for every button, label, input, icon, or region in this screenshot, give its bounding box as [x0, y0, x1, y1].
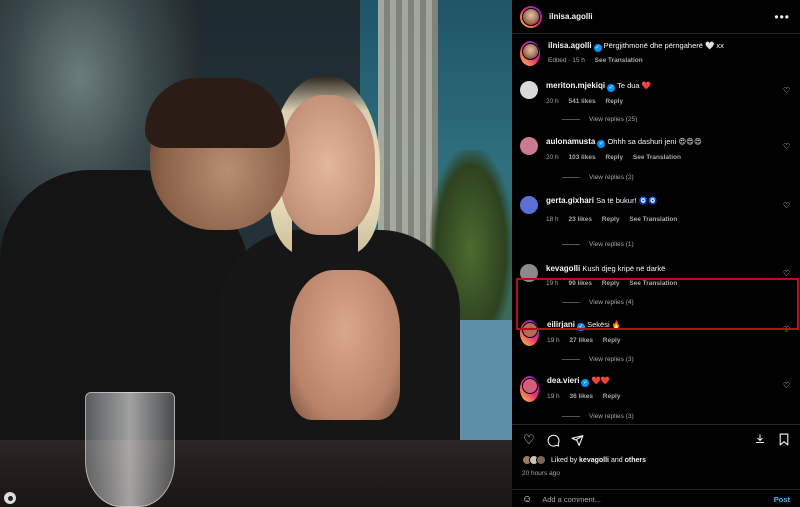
more-icon[interactable]: •••	[774, 10, 790, 24]
caption-edited: Edited · 15 h	[548, 57, 585, 64]
comment-heart-icon[interactable]: ♡	[783, 381, 790, 390]
comment-username[interactable]: meriton.mjekiqi	[546, 81, 605, 90]
comment-time: 20 h	[546, 154, 559, 161]
commenter-avatar[interactable]	[520, 137, 538, 155]
comment-text: Ohhh sa dashuri jeni 😍😍😍	[607, 137, 702, 146]
comment-time: 18 h	[546, 216, 559, 223]
view-replies-button[interactable]: View replies (2)	[562, 174, 634, 181]
comment-heart-icon[interactable]: ♡	[783, 269, 790, 278]
comment-likes[interactable]: 23 likes	[568, 216, 592, 223]
liked-by-avatars[interactable]	[522, 455, 546, 465]
verified-badge-icon: ✓	[607, 84, 616, 92]
post-side-panel: ilnisa.agolli ••• ilnisa.agolli ✓ Përgjit…	[512, 0, 800, 507]
commenter-avatar[interactable]	[520, 196, 538, 214]
comment-time: 19 h	[547, 337, 560, 344]
comment-likes[interactable]: 103 likes	[568, 154, 595, 161]
author-username[interactable]: ilnisa.agolli	[549, 12, 593, 21]
post-photo[interactable]	[0, 0, 512, 507]
comment-likes[interactable]: 27 likes	[569, 337, 593, 344]
liked-by-others[interactable]: others	[625, 457, 646, 464]
comment-heart-icon[interactable]: ♡	[783, 201, 790, 210]
verified-badge-icon: ✓	[593, 44, 602, 52]
comment-item: aulonamusta ✓ Ohhh sa dashuri jeni 😍😍😍 20…	[512, 137, 800, 163]
author-avatar-small[interactable]	[521, 42, 539, 60]
woman-figure-detail	[290, 270, 400, 420]
share-icon[interactable]	[570, 433, 584, 447]
comment-text: Sa të bukur! 🧿🧿	[596, 196, 658, 205]
comment-likes[interactable]: 541 likes	[568, 98, 595, 105]
post-comment-button[interactable]: Post	[774, 495, 790, 504]
post-actions: ♡ Liked by kevagolli and others 20 hours…	[512, 424, 800, 507]
heart-icon[interactable]: ♡	[522, 432, 536, 447]
table	[0, 440, 512, 507]
tagged-users-icon[interactable]	[4, 492, 16, 504]
comment-time: 20 h	[546, 98, 559, 105]
post-header: ilnisa.agolli •••	[512, 0, 800, 34]
emoji-icon[interactable]: ☺	[522, 494, 532, 505]
save-icon[interactable]	[778, 433, 790, 449]
commenter-avatar[interactable]	[521, 377, 538, 394]
comment-reply-button[interactable]: Reply	[603, 393, 621, 400]
comment-username[interactable]: kevagolli	[546, 264, 580, 273]
liked-by-prefix: Liked by	[551, 456, 578, 464]
view-replies-button[interactable]: View replies (3)	[562, 413, 634, 420]
comment-item: dea.vieri ✓ ❤️❤️ 19 h 36 likes Reply ♡	[512, 376, 800, 402]
liked-by: Liked by kevagolli and others	[522, 455, 646, 465]
comment-reply-button[interactable]: Reply	[602, 216, 620, 223]
comment-likes[interactable]: 36 likes	[569, 393, 593, 400]
comment-heart-icon[interactable]: ♡	[783, 142, 790, 151]
verified-badge-icon: ✓	[597, 140, 606, 148]
view-replies-button[interactable]: View replies (3)	[562, 356, 634, 363]
view-replies-button[interactable]: View replies (25)	[562, 116, 637, 123]
verified-badge-icon: ✓	[581, 379, 590, 387]
comment-heart-icon[interactable]: ♡	[783, 86, 790, 95]
add-comment-bar: ☺ Post	[512, 489, 800, 507]
comment-item: gerta.gixhari Sa të bukur! 🧿🧿 18 h 23 li…	[512, 196, 800, 225]
comment-text: ❤️❤️	[591, 376, 611, 385]
woman-face	[280, 95, 375, 235]
caption-see-translation[interactable]: See Translation	[595, 57, 643, 64]
comment-reply-button[interactable]: Reply	[605, 154, 623, 161]
man-hair	[145, 78, 285, 148]
background-curtain	[378, 0, 438, 250]
comments-list: ilnisa.agolli ✓ Përgjithmonë dhe përngahe…	[512, 34, 800, 424]
comment-text: Kush djeg kripë në darkë	[582, 264, 666, 273]
commenter-avatar[interactable]	[520, 81, 538, 99]
comment-see-translation[interactable]: See Translation	[629, 216, 677, 223]
view-replies-button[interactable]: View replies (1)	[562, 241, 634, 248]
caption: ilnisa.agolli ✓ Përgjithmonë dhe përngahe…	[512, 41, 800, 66]
comment-icon[interactable]	[546, 433, 560, 447]
comment-item: meriton.mjekiqi ✓ Te dua ❤️ 20 h 541 like…	[512, 81, 800, 107]
wine-glass	[85, 392, 175, 507]
comment-input[interactable]	[542, 494, 774, 504]
liked-by-and: and	[610, 456, 623, 464]
comment-time: 19 h	[547, 393, 560, 400]
comment-username[interactable]: dea.vieri	[547, 376, 579, 385]
comment-see-translation[interactable]: See Translation	[633, 154, 681, 161]
comment-reply-button[interactable]: Reply	[605, 98, 623, 105]
comment-text: Te dua ❤️	[617, 81, 652, 90]
comment-reply-button[interactable]: Reply	[603, 337, 621, 344]
author-avatar-ring[interactable]	[520, 5, 542, 28]
liked-by-user[interactable]: kevagolli	[579, 457, 609, 464]
caption-text: Përgjithmonë dhe përngaherë 🤍 xx	[603, 41, 724, 50]
download-icon[interactable]	[754, 433, 766, 448]
highlight-box	[516, 278, 799, 330]
caption-username[interactable]: ilnisa.agolli	[548, 41, 592, 50]
comment-username[interactable]: gerta.gixhari	[546, 196, 594, 205]
author-avatar[interactable]	[522, 7, 540, 26]
comment-username[interactable]: aulonamusta	[546, 137, 595, 146]
post-time-ago[interactable]: 20 hours ago	[522, 470, 560, 477]
